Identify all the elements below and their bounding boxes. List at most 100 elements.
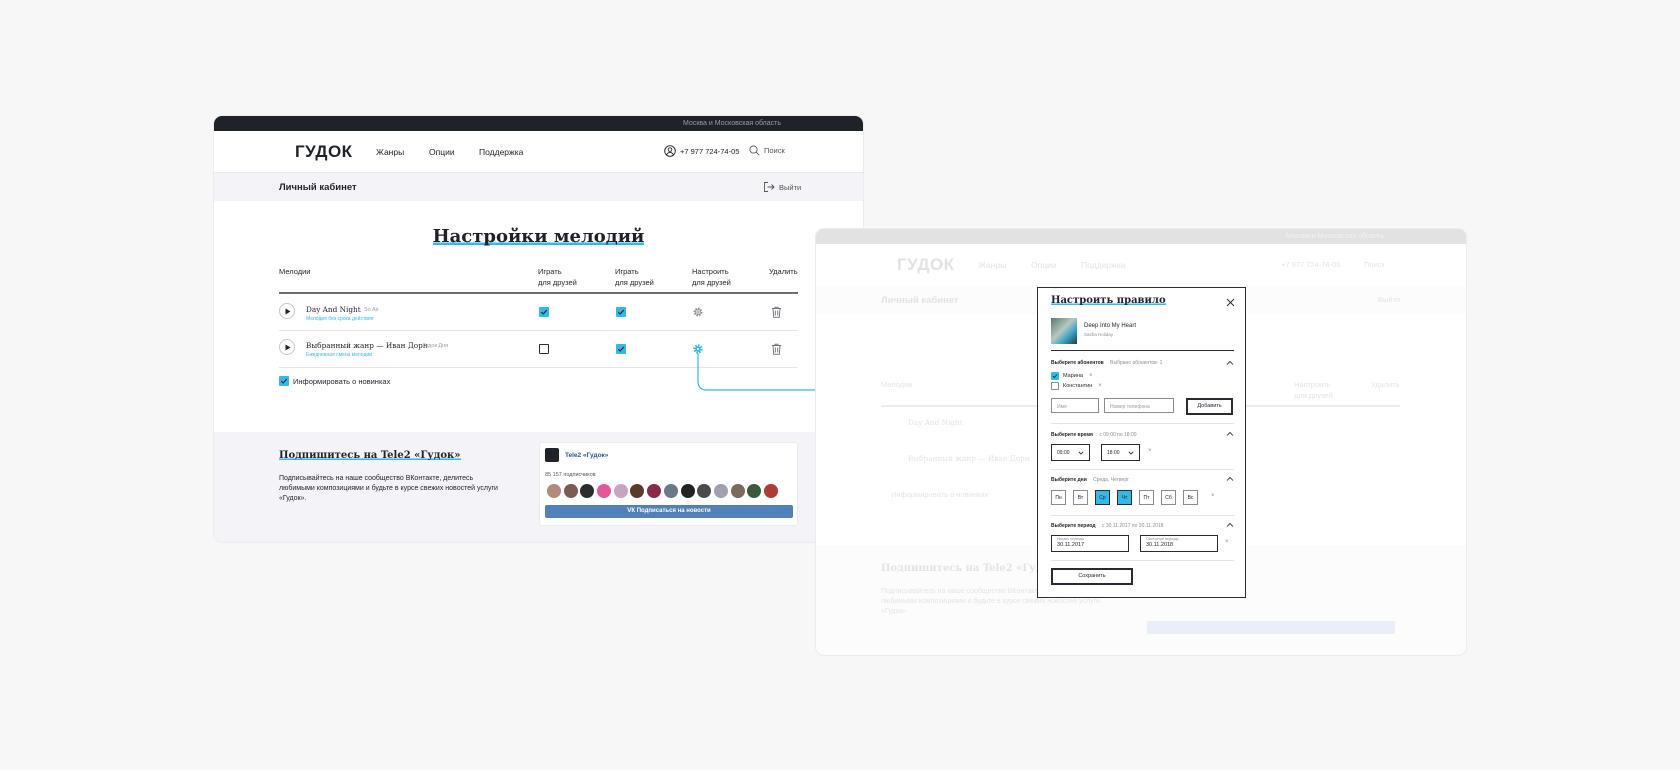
nav-genres: Жанры bbox=[978, 260, 1007, 270]
configure-button[interactable] bbox=[692, 306, 704, 318]
track-subtitle[interactable]: Ежедневная смена мелодии bbox=[306, 352, 372, 358]
subscriber-avatar[interactable] bbox=[597, 484, 612, 498]
vk-group-avatar[interactable] bbox=[545, 448, 559, 462]
play-friends-b-checkbox[interactable] bbox=[616, 307, 626, 317]
subscriber-avatar[interactable] bbox=[747, 484, 762, 498]
check-icon bbox=[617, 308, 625, 316]
logout-label: Выйти bbox=[1378, 295, 1401, 304]
account-phone[interactable]: +7 977 724-74-05 bbox=[664, 145, 739, 157]
day-toggle[interactable]: Сб bbox=[1161, 490, 1176, 505]
chevron-up-icon[interactable] bbox=[1226, 522, 1234, 528]
col-play-friends-b: Играть для друзей bbox=[615, 267, 654, 287]
logo[interactable]: ГУДОК bbox=[295, 142, 353, 162]
play-friends-checkbox[interactable] bbox=[539, 344, 549, 354]
subscriber-avatar[interactable] bbox=[630, 484, 645, 498]
period-section-header[interactable]: Выберите период с 30.11.2017 по 30.11.20… bbox=[1051, 523, 1163, 529]
clear-period-icon[interactable]: × bbox=[1225, 539, 1229, 545]
track-subtitle[interactable]: Мелодия без срока действия bbox=[306, 316, 373, 322]
chevron-down-icon bbox=[1078, 451, 1084, 455]
day-toggle[interactable]: Чт bbox=[1117, 490, 1132, 505]
subscriber-avatar[interactable] bbox=[563, 484, 578, 498]
close-button[interactable] bbox=[1226, 298, 1235, 307]
cabinet-title: Личный кабинет bbox=[881, 295, 959, 306]
subscriber-avatar[interactable] bbox=[680, 484, 695, 498]
subscriber-avatar[interactable] bbox=[580, 484, 595, 498]
subscriber-item[interactable]: Марина × bbox=[1051, 372, 1092, 380]
period-start-field[interactable]: Начало периода 30.11.2017 bbox=[1051, 535, 1129, 552]
logout-label: Выйти bbox=[779, 182, 802, 192]
remove-icon[interactable]: × bbox=[1089, 373, 1093, 379]
save-button[interactable]: Сохранить bbox=[1051, 568, 1133, 585]
search-button[interactable]: Поиск bbox=[749, 145, 785, 156]
subscriber-avatar[interactable] bbox=[547, 484, 561, 498]
nav-support[interactable]: Поддержка bbox=[479, 147, 523, 157]
play-friends-checkbox[interactable] bbox=[539, 307, 549, 317]
check-icon bbox=[280, 377, 288, 385]
name-input[interactable]: Имя bbox=[1051, 398, 1099, 413]
col-delete: Удалить bbox=[769, 267, 798, 276]
remove-icon[interactable]: × bbox=[1098, 383, 1102, 389]
logout-button[interactable]: Выйти bbox=[763, 181, 801, 193]
subscriber-avatar[interactable] bbox=[730, 484, 745, 498]
region-bar[interactable]: Москва и Московская область bbox=[214, 116, 863, 131]
track-title: Выбранный жанр — Иван Дорн bbox=[306, 341, 428, 350]
play-button[interactable] bbox=[279, 303, 295, 319]
day-toggle[interactable]: Пн bbox=[1051, 490, 1066, 505]
chevron-up-icon[interactable] bbox=[1226, 431, 1234, 437]
time-to-select[interactable]: 18:00 bbox=[1101, 444, 1140, 461]
col-melodies: Мелодии bbox=[279, 267, 311, 276]
col-configure: Настроить для друзей bbox=[1294, 380, 1333, 400]
subscriber-avatar[interactable] bbox=[613, 484, 628, 498]
day-toggle[interactable]: Вт bbox=[1073, 490, 1088, 505]
search-icon bbox=[749, 145, 760, 156]
nav-options[interactable]: Опции bbox=[429, 147, 455, 157]
subscriber-item[interactable]: Константин × bbox=[1051, 382, 1102, 390]
vk-widget: Tele2 «Гудок» 85 157 подписчиков ᐯК Подп… bbox=[539, 442, 798, 526]
vk-group-name[interactable]: Tele2 «Гудок» bbox=[565, 452, 608, 459]
search-label: Поиск bbox=[764, 146, 785, 155]
subscribers-section-header[interactable]: Выберите абонентов Выбрано абонентов: 1 bbox=[1051, 360, 1162, 366]
time-from-select[interactable]: 09:00 bbox=[1051, 444, 1090, 461]
chevron-up-icon[interactable] bbox=[1226, 360, 1234, 366]
subscribe-title: Подпишитесь на Tele2 «Гудок» bbox=[279, 450, 461, 461]
cabinet-title: Личный кабинет bbox=[279, 182, 357, 193]
vk-subscribe-button bbox=[1147, 621, 1395, 634]
days-section-header[interactable]: Выберите дни Среда, Четверг bbox=[1051, 477, 1129, 483]
subscriber-avatar[interactable] bbox=[763, 484, 778, 498]
clear-time-icon[interactable]: × bbox=[1148, 448, 1152, 454]
day-toggle[interactable]: Ср bbox=[1095, 490, 1110, 505]
search-label: Поиск bbox=[1364, 260, 1385, 269]
vk-subscribe-button[interactable]: ᐯК Подписаться на новости bbox=[545, 505, 793, 518]
subscriber-checkbox[interactable] bbox=[1051, 372, 1059, 380]
day-toggle[interactable]: Пт bbox=[1139, 490, 1154, 505]
col-melodies: Мелодии bbox=[881, 380, 913, 389]
clear-days-icon[interactable]: × bbox=[1211, 493, 1215, 499]
day-toggle[interactable]: Вс bbox=[1183, 490, 1198, 505]
notify-checkbox[interactable] bbox=[279, 376, 289, 386]
col-play-friends-a: Играть для друзей bbox=[538, 267, 577, 287]
subscriber-avatar[interactable] bbox=[663, 484, 678, 498]
subscriber-avatar[interactable] bbox=[713, 484, 728, 498]
chevron-up-icon[interactable] bbox=[1226, 476, 1234, 482]
delete-button[interactable] bbox=[771, 306, 782, 318]
vk-avatars bbox=[547, 484, 778, 498]
trash-icon bbox=[771, 306, 782, 318]
gear-icon bbox=[692, 306, 704, 318]
time-section-header[interactable]: Выберите время с 09:00 по 18:00 bbox=[1051, 432, 1137, 438]
phone-input[interactable]: Номер телефона bbox=[1104, 398, 1174, 413]
period-start-value: 30.11.2017 bbox=[1057, 542, 1085, 548]
notify-checkbox-row[interactable]: Информировать о новинках bbox=[279, 376, 390, 386]
subscriber-avatar[interactable] bbox=[697, 484, 712, 498]
subscriber-name: Марина bbox=[1063, 373, 1083, 379]
subscriber-avatar[interactable] bbox=[647, 484, 662, 498]
add-subscriber-button[interactable]: Добавить bbox=[1186, 398, 1233, 415]
section-divider bbox=[1051, 423, 1234, 424]
period-end-field[interactable]: Окончание периода 30.11.2018 bbox=[1140, 535, 1218, 552]
play-friends-b-checkbox[interactable] bbox=[616, 344, 626, 354]
play-button[interactable] bbox=[279, 339, 295, 355]
nav-genres[interactable]: Жанры bbox=[376, 147, 404, 157]
play-icon bbox=[284, 308, 291, 315]
top-nav: ГУДОК Жанры Опции Поддержка +7 977 724-7… bbox=[214, 131, 863, 173]
nav-options: Опции bbox=[1031, 260, 1057, 270]
subscriber-checkbox[interactable] bbox=[1051, 382, 1059, 390]
